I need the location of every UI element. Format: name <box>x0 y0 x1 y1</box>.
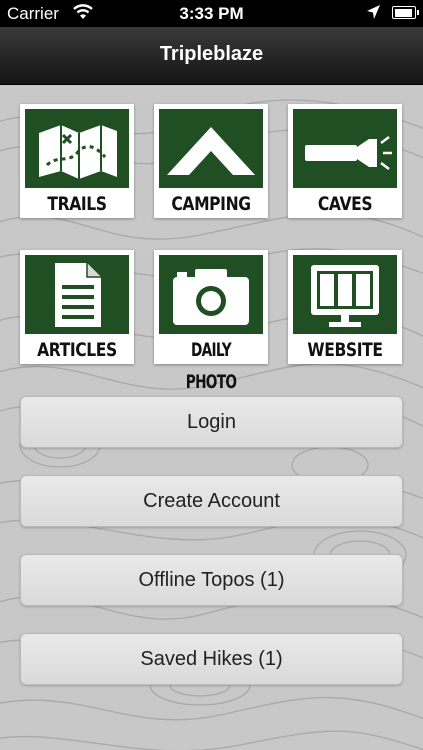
tile-label: DAILY PHOTO <box>185 339 237 393</box>
main-content: TRAILS CAMPING CAVES ARTICLES DAILY PHOT… <box>0 85 423 750</box>
tile-label: WEBSITE <box>307 339 383 361</box>
flashlight-icon <box>305 136 392 170</box>
website-tile[interactable]: WEBSITE <box>288 250 402 364</box>
status-bar: Carrier 3:33 PM <box>0 0 423 27</box>
daily-photo-tile[interactable]: DAILY PHOTO <box>154 250 268 393</box>
create-account-button[interactable]: Create Account <box>20 475 403 527</box>
tent-icon <box>167 127 255 175</box>
clock: 3:33 PM <box>179 4 244 23</box>
monitor-icon <box>311 265 379 327</box>
camping-tile[interactable]: CAMPING <box>154 104 268 218</box>
location-arrow-icon <box>366 4 381 25</box>
trails-tile[interactable]: TRAILS <box>20 104 134 218</box>
offline-topos-button[interactable]: Offline Topos (1) <box>20 554 403 606</box>
page-title: Tripleblaze <box>159 43 264 65</box>
document-icon <box>55 263 101 327</box>
saved-hikes-button[interactable]: Saved Hikes (1) <box>20 633 403 685</box>
tile-label: ARTICLES <box>37 339 117 361</box>
tile-label: TRAILS <box>47 193 107 215</box>
battery-level <box>394 8 412 17</box>
map-icon <box>39 125 117 179</box>
camera-icon <box>173 269 249 325</box>
caves-tile[interactable]: CAVES <box>288 104 402 218</box>
tile-label: CAMPING <box>171 193 251 215</box>
articles-tile[interactable]: ARTICLES <box>20 250 134 364</box>
battery-icon <box>392 6 419 19</box>
navigation-bar: Tripleblaze <box>0 27 423 85</box>
login-button[interactable]: Login <box>20 396 403 448</box>
tile-label: CAVES <box>317 193 373 215</box>
